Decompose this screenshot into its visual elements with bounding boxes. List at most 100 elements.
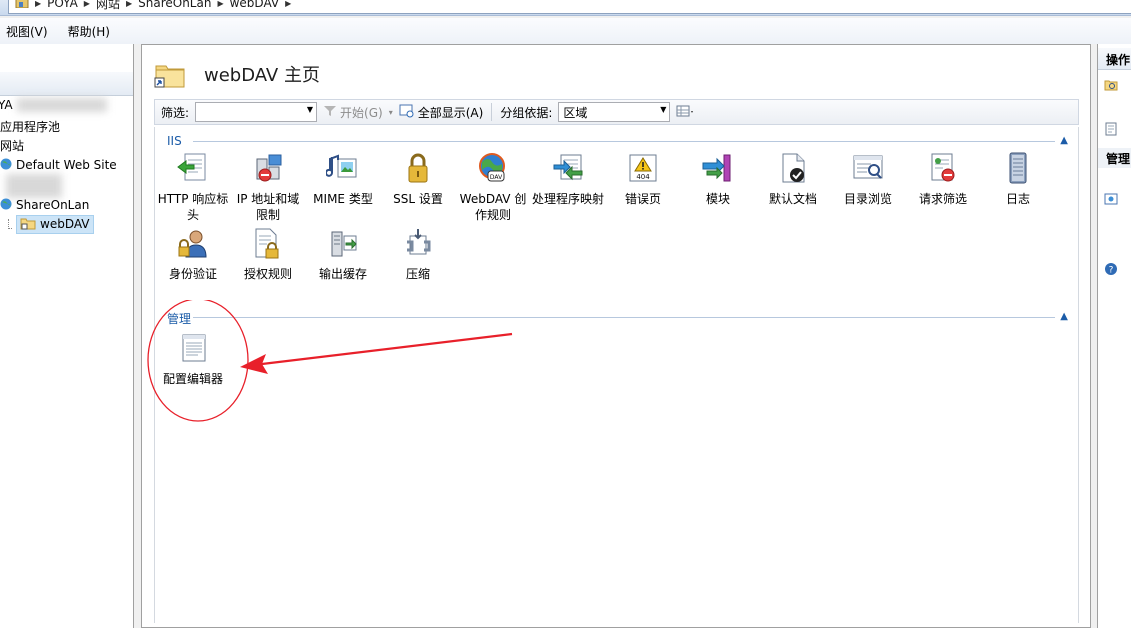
feature-label: MIME 类型 [313, 192, 373, 206]
authorization-rules-icon [255, 228, 279, 259]
feature-ssl-settings[interactable]: SSL 设置 [382, 151, 454, 207]
folder-app-icon [20, 216, 36, 233]
start-button-label: 开始(G) [340, 105, 383, 120]
filter-input[interactable]: ▼ [195, 102, 318, 122]
toolbar-separator [491, 103, 493, 121]
start-button[interactable]: 开始(G) [317, 101, 389, 123]
browse-icon[interactable] [1104, 192, 1118, 206]
tree-webdav-label: webDAV [40, 217, 90, 231]
feature-label: 授权规则 [243, 267, 292, 281]
ssl-lock-icon [408, 153, 428, 183]
feature-error-pages[interactable]: 404 错误页 [607, 151, 679, 207]
feature-logging[interactable]: 日志 [982, 151, 1054, 207]
view-toggle-button[interactable] [670, 101, 700, 123]
tree-connector [8, 219, 12, 229]
tree-sites[interactable]: 网站 [0, 136, 24, 154]
output-caching-icon [331, 231, 357, 257]
feature-configuration-editor[interactable]: 配置编辑器 [157, 331, 229, 387]
explore-icon[interactable] [1104, 78, 1118, 92]
feature-mime-types[interactable]: MIME 类型 [307, 151, 379, 207]
breadcrumb-separator-icon: ▶ [35, 0, 42, 8]
feature-directory-browsing[interactable]: 目录浏览 [832, 151, 904, 207]
feature-handler-mappings[interactable]: 处理程序映射 [532, 151, 604, 207]
actions-panel: 操作 管理 ? [1097, 44, 1131, 628]
breadcrumb[interactable]: ▶ POYA ▶ 网站 ▶ ShareOnLan ▶ webDAV ▶ [8, 0, 1131, 14]
logging-icon [1009, 152, 1027, 184]
breadcrumb-separator-icon: ▶ [285, 0, 292, 8]
feature-modules[interactable]: 模块 [682, 151, 754, 207]
mime-types-icon [326, 154, 357, 178]
tree-sites-label: 网站 [0, 138, 25, 153]
feature-label: 压缩 [405, 267, 430, 281]
tree-server[interactable]: YA [0, 96, 107, 114]
help-icon[interactable]: ? [1104, 262, 1118, 276]
tree-app-pools[interactable]: 应用程序池 [0, 117, 60, 135]
group-by-select[interactable]: 区域 ▼ [558, 102, 671, 122]
configuration-editor-icon [182, 334, 206, 362]
breadcrumb-item-site[interactable]: ShareOnLan [138, 0, 211, 10]
http-response-headers-icon [177, 153, 206, 181]
show-all-icon [399, 104, 415, 121]
tree-server-label: YA [0, 98, 13, 112]
svg-text:404: 404 [636, 173, 650, 181]
feature-label: HTTP 响应标头 [157, 192, 229, 222]
svg-text:?: ? [1109, 266, 1114, 276]
view-grid-icon [676, 104, 694, 121]
webdav-globe-icon: DAV [479, 153, 505, 182]
feature-label: 输出缓存 [318, 267, 367, 281]
default-document-icon [782, 153, 805, 183]
address-bar: ▶ POYA ▶ 网站 ▶ ShareOnLan ▶ webDAV ▶ [0, 0, 1131, 16]
feature-output-caching[interactable]: 输出缓存 [307, 226, 379, 282]
feature-label: 配置编辑器 [162, 372, 223, 386]
tree-selected-node[interactable]: webDAV [16, 214, 94, 234]
feature-label: IP 地址和域限制 [236, 192, 300, 222]
breadcrumb-item-sites[interactable]: 网站 [96, 0, 120, 12]
breadcrumb-separator-icon: ▶ [217, 0, 224, 8]
breadcrumb-item-app[interactable]: webDAV [230, 0, 280, 10]
menu-help[interactable]: 帮助(H) [68, 23, 110, 40]
chevron-down-icon: ▼ [306, 105, 314, 114]
menu-view[interactable]: 视图(V) [6, 23, 48, 40]
redacted-text [16, 98, 107, 112]
actions-header: 操作 [1098, 48, 1131, 70]
feature-authorization-rules[interactable]: 授权规则 [232, 226, 304, 282]
authentication-icon [178, 230, 207, 258]
tree-shareonlan-site[interactable]: ShareOnLan [0, 196, 89, 214]
modules-icon [702, 154, 731, 182]
redacted-region [6, 174, 62, 198]
tree-default-site-label: Default Web Site [16, 158, 117, 172]
group-by-label: 分组依据: [500, 105, 553, 120]
feature-default-document[interactable]: 默认文档 [757, 151, 829, 207]
collapse-manage-icon[interactable]: ▲ [1060, 311, 1068, 322]
feature-http-response-headers[interactable]: HTTP 响应标头 [157, 151, 229, 223]
feature-label: 请求筛选 [918, 192, 967, 206]
tree-webdav[interactable]: webDAV [8, 214, 94, 234]
directory-browsing-icon [853, 155, 883, 179]
error-pages-404-icon: 404 [629, 154, 657, 182]
filter-label: 筛选: [161, 105, 190, 120]
collapse-iis-icon[interactable]: ▲ [1060, 135, 1068, 146]
feature-authentication[interactable]: 身份验证 [157, 226, 229, 282]
page-title: webDAV 主页 [204, 65, 320, 86]
feature-label: 目录浏览 [843, 192, 892, 206]
breadcrumb-item-server[interactable]: POYA [47, 0, 78, 10]
show-all-button[interactable]: 全部显示(A) [393, 101, 490, 123]
tree-shareonlan-label: ShareOnLan [16, 198, 90, 212]
feature-ip-domain-restrictions[interactable]: IP 地址和域限制 [232, 151, 304, 223]
actions-manage-header: 管理 [1098, 148, 1131, 168]
tree-default-site[interactable]: Default Web Site [0, 156, 117, 174]
feature-label: SSL 设置 [393, 192, 443, 206]
feature-request-filtering[interactable]: 请求筛选 [907, 151, 979, 207]
feature-webdav-authoring-rules[interactable]: DAV WebDAV 创作规则 [457, 151, 529, 223]
menu-bar: 视图(V) 帮助(H) [0, 18, 1131, 44]
feature-label: 日志 [1005, 192, 1030, 206]
handler-mappings-icon [553, 154, 583, 181]
breadcrumb-separator-icon: ▶ [83, 0, 90, 8]
globe-icon [0, 198, 12, 213]
feature-compression[interactable]: 压缩 [382, 226, 454, 282]
edit-permissions-icon[interactable] [1104, 122, 1118, 136]
group-by-value: 区域 [563, 105, 588, 120]
connections-toolbar [0, 72, 133, 96]
feature-label: 错误页 [624, 192, 661, 206]
compression-icon [407, 229, 431, 255]
